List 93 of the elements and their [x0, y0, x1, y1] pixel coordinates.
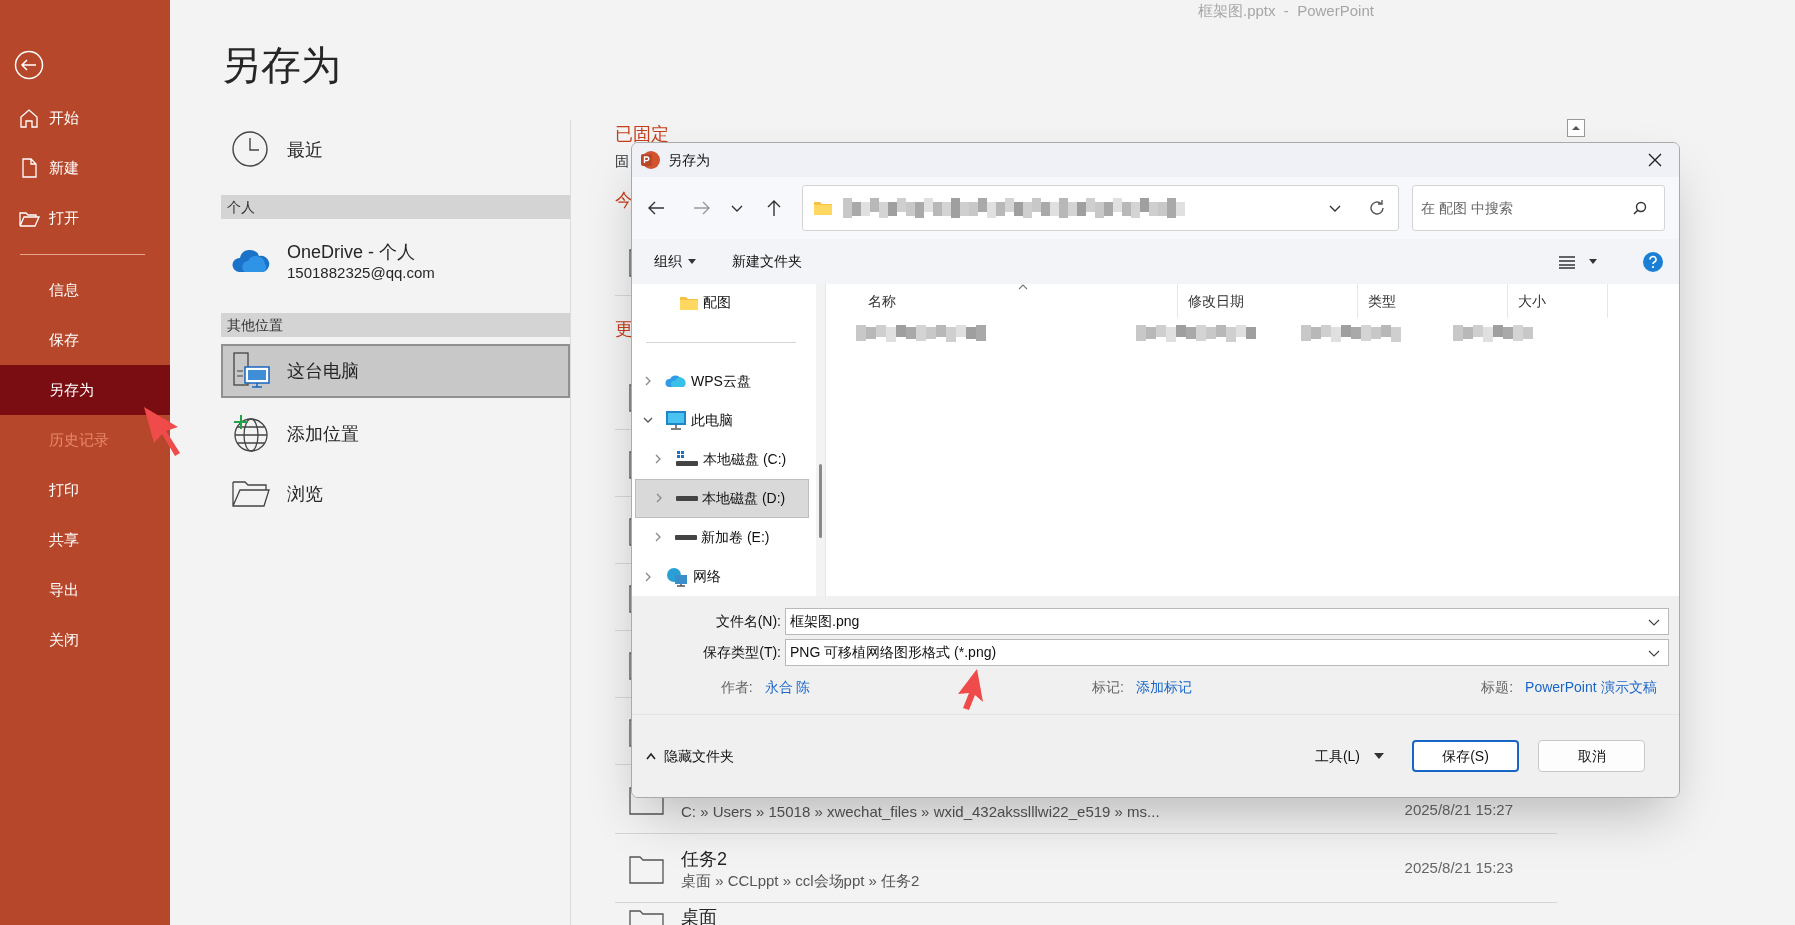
cloud-icon [665, 373, 687, 390]
save-button[interactable]: 保存(S) [1412, 740, 1519, 772]
sidebar-item[interactable]: 打印 [0, 465, 170, 515]
refresh-icon[interactable] [1368, 199, 1386, 217]
location-item[interactable]: 这台电脑 [221, 344, 570, 398]
monitor-icon [665, 410, 687, 431]
recent-file-row[interactable]: 任务2 桌面 » CCLppt » ccl会场ppt » 任务2 2025/8/21 15:23 [615, 834, 1557, 903]
field-label: 保存类型(T): [702, 643, 782, 662]
file-date: 2025/8/21 15:23 [1404, 857, 1513, 878]
location-item[interactable]: 最近 [221, 120, 570, 180]
organize-menu-button[interactable]: 组织 [654, 251, 696, 272]
search-icon[interactable] [1633, 201, 1647, 215]
nav-tree-item[interactable]: 本地磁盘 (D:) [635, 478, 809, 518]
sidebar-item[interactable]: 开始 [0, 93, 170, 143]
meta-label: 作者: [719, 677, 754, 697]
sidebar-item[interactable]: 打开 [0, 193, 170, 243]
sidebar-item[interactable]: 导出 [0, 565, 170, 615]
file-date: 2025/8/21 15:27 [1404, 799, 1513, 820]
window-title: 框架图.pptx - PowerPoint [1198, 1, 1374, 21]
nav-tree-item[interactable]: 配图 [635, 288, 809, 318]
meta-value-link[interactable]: 添加标记 [1135, 678, 1192, 695]
column-header[interactable]: 名称 [858, 284, 1178, 318]
location-label: OneDrive - 个人 [287, 241, 417, 263]
tools-menu-button[interactable]: 工具(L) [1314, 745, 1384, 767]
cancel-button[interactable]: 取消 [1538, 740, 1645, 772]
sidebar-item[interactable]: 关闭 [0, 615, 170, 665]
drive-icon [675, 534, 697, 540]
chevron-up-icon [646, 752, 656, 760]
nav-tree-item[interactable]: 网络 [635, 557, 809, 596]
meta-label: 标记: [1090, 677, 1125, 697]
location-item[interactable]: 添加位置 [221, 404, 570, 464]
section-heading: 今 [615, 188, 633, 212]
drive-icon [676, 495, 698, 501]
location-item[interactable]: 浏览 [221, 464, 570, 524]
section-heading: 更 [615, 318, 633, 341]
nav-tree-item[interactable]: WPS云盘 [635, 361, 809, 401]
file-name: 任务2 [681, 848, 728, 871]
column-header[interactable]: 大小 [1508, 284, 1608, 318]
file-name: 桌面 [681, 907, 718, 925]
close-icon[interactable] [1647, 152, 1663, 168]
folder-icon [813, 200, 833, 216]
column-header[interactable]: 类型 [1358, 284, 1508, 318]
chevron-right-icon[interactable] [643, 571, 653, 582]
nav-tree-item[interactable]: 新加卷 (E:) [635, 517, 809, 557]
home-icon [18, 107, 40, 129]
file-path: 桌面 » CCLppt » ccl会场ppt » 任务2 [681, 871, 921, 891]
network-icon [665, 566, 689, 587]
app-icon [640, 150, 660, 170]
dialog-title: 另存为 [668, 150, 710, 170]
caret-icon[interactable] [1589, 259, 1597, 264]
chevron-right-icon[interactable] [643, 376, 653, 387]
meta-value-link[interactable]: PowerPoint 演示文稿 [1525, 678, 1657, 695]
column-header[interactable]: 修改日期 [1178, 284, 1358, 318]
field-label: 文件名(N): [714, 612, 782, 631]
caret-icon [688, 259, 696, 264]
sidebar-item[interactable]: 保存 [0, 315, 170, 365]
sidebar-item[interactable]: 另存为 [0, 365, 170, 415]
globe-icon [231, 414, 271, 454]
meta-label: 标题: [1480, 677, 1515, 697]
section-header: 其他位置 [227, 315, 283, 335]
location-item[interactable]: OneDrive - 个人 1501882325@qq.com [221, 226, 570, 298]
help-icon[interactable] [1643, 251, 1663, 272]
pointer-arrow [142, 405, 182, 457]
file-path: C: » Users » 15018 » xwechat_files » wxid_432aksslllwi22_e519 » ms... [681, 802, 1161, 822]
pinned-note: 固 [615, 151, 629, 171]
scroll-up-button[interactable] [1567, 119, 1585, 137]
chevron-right-icon[interactable] [653, 532, 663, 543]
section-heading: 已固定 [615, 122, 669, 146]
hide-folders-button[interactable]: 隐藏文件夹 [646, 745, 734, 767]
clock-icon [231, 130, 271, 170]
recent-file-row[interactable]: 桌面 [615, 903, 1557, 925]
sidebar-item[interactable]: 共享 [0, 515, 170, 565]
sidebar-item[interactable]: 新建 [0, 143, 170, 193]
folder-icon [679, 294, 699, 311]
chevron-right-icon[interactable] [653, 454, 663, 465]
file-name-field[interactable]: 框架图.png [785, 608, 1669, 635]
computer-icon [231, 351, 271, 391]
nav-tree-item[interactable]: 此电脑 [635, 400, 809, 440]
scrollbar-thumb[interactable] [819, 464, 822, 538]
sidebar-item[interactable]: 信息 [0, 265, 170, 315]
page-title: 另存为 [221, 43, 341, 87]
nav-tree-item[interactable]: 本地磁盘 (C:) [635, 439, 809, 479]
section-header: 个人 [227, 197, 255, 217]
meta-value-link[interactable]: 永合 陈 [764, 678, 811, 695]
new-folder-button[interactable]: 新建文件夹 [732, 251, 802, 272]
account-email: 1501882325@qq.com [287, 263, 435, 283]
search-field[interactable]: 在 配图 中搜索 [1412, 185, 1665, 231]
sort-caret-icon [1017, 284, 1028, 290]
save-type-dropdown[interactable]: PNG 可移植网络图形格式 (*.png) [785, 639, 1669, 666]
list-view-icon[interactable] [1559, 254, 1575, 269]
caret-icon [1374, 753, 1384, 759]
drive-icon [675, 450, 699, 469]
back-icon[interactable] [14, 50, 44, 80]
